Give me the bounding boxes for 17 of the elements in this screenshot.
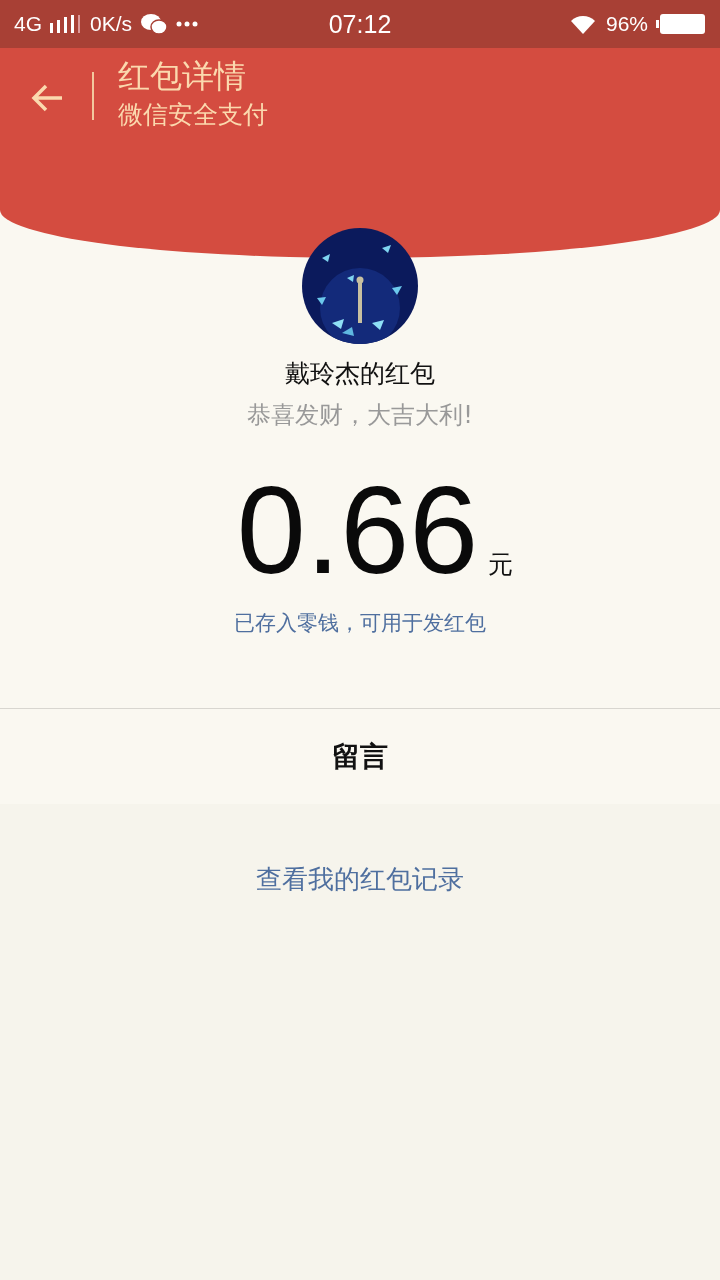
greeting-text: 恭喜发财，大吉大利! xyxy=(247,400,473,430)
battery-percent: 96% xyxy=(605,12,648,36)
message-label: 留言 xyxy=(332,738,388,775)
more-icon xyxy=(176,21,199,27)
signal-icon xyxy=(50,15,82,33)
clock-time: 07:12 xyxy=(328,9,392,39)
chat-bubbles-icon xyxy=(140,12,169,36)
page-title: 红包详情 xyxy=(118,56,247,96)
amount-value: 0.66 xyxy=(236,468,479,592)
network-type: 4G xyxy=(14,12,42,36)
page-subtitle: 微信安全支付 xyxy=(118,99,268,131)
network-speed: 0K/s xyxy=(90,12,133,36)
sender-name: 戴玲杰的红包 xyxy=(285,358,435,390)
record-link[interactable]: 查看我的红包记录 xyxy=(256,862,464,897)
battery-icon xyxy=(656,13,706,35)
wallet-note-link[interactable]: 已存入零钱，可用于发红包 xyxy=(234,608,486,638)
amount-unit: 元 xyxy=(488,549,514,581)
